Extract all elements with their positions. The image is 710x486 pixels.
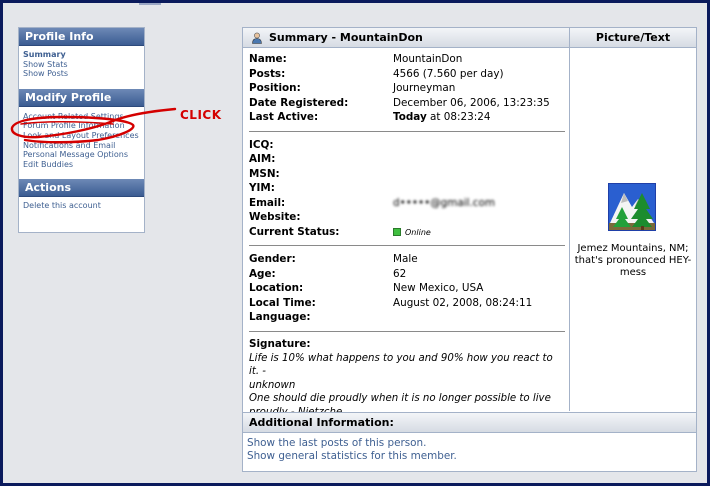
position-label: Position:: [249, 82, 301, 94]
last-active-value: Today at 08:23:24: [393, 110, 490, 125]
msn-row: MSN:: [249, 167, 569, 182]
yim-label: YIM:: [249, 182, 275, 194]
modify-profile-links: Account Related Settings Forum Profile I…: [19, 107, 144, 180]
actions-header: Actions: [19, 179, 144, 198]
signature-text: Life is 10% what happens to you and 90% …: [243, 350, 569, 420]
additional-links: Show the last posts of this person. Show…: [243, 433, 696, 466]
account-settings-link[interactable]: Account Related Settings: [23, 112, 140, 122]
summary-panel: Summary - MountainDon Name: MountainDon …: [243, 28, 570, 418]
email-row: Email: d•••••@gmail.com: [249, 196, 569, 211]
show-last-posts-link[interactable]: Show the last posts of this person.: [247, 437, 692, 450]
posts-value: 4566 (7.560 per day): [393, 67, 504, 80]
website-row: Website:: [249, 210, 569, 225]
location-row: Location: New Mexico, USA: [249, 281, 569, 296]
signature-line: Life is 10% what happens to you and 90% …: [249, 352, 553, 378]
icq-label: ICQ:: [249, 138, 274, 151]
date-registered-row: Date Registered: December 06, 2006, 13:2…: [249, 96, 569, 111]
actions-links: Delete this account: [19, 197, 144, 221]
position-row: Position: Journeyman: [249, 81, 569, 96]
signature-label: Signature:: [249, 337, 311, 350]
personal-message-options-link[interactable]: Personal Message Options: [23, 150, 140, 160]
notifications-email-link[interactable]: Notifications and Email: [23, 141, 140, 151]
online-status-text: Online: [405, 227, 431, 237]
current-status-label: Current Status:: [249, 225, 340, 238]
age-label: Age:: [249, 267, 276, 280]
profile-main-panel: Summary - MountainDon Name: MountainDon …: [242, 27, 697, 472]
name-row: Name: MountainDon: [249, 52, 569, 67]
screenshot-frame: Profile Info Summary Show Stats Show Pos…: [3, 3, 707, 483]
name-value: MountainDon: [393, 53, 463, 65]
profile-info-header: Profile Info: [19, 28, 144, 46]
email-label: Email:: [249, 196, 286, 209]
picture-caption: Jemez Mountains, NM; that's pronounced H…: [574, 243, 692, 278]
location-label: Location:: [249, 282, 304, 294]
date-registered-value: December 06, 2006, 13:23:35: [393, 96, 550, 109]
show-general-statistics-link[interactable]: Show general statistics for this member.: [247, 450, 692, 463]
last-active-today: Today: [393, 111, 427, 123]
position-value: Journeyman: [393, 82, 456, 94]
profile-info-links: Summary Show Stats Show Posts: [19, 46, 144, 89]
last-active-label: Last Active:: [249, 111, 319, 123]
aim-row: AIM:: [249, 152, 569, 167]
separator-1: [249, 130, 565, 132]
age-value: 62: [393, 267, 407, 280]
icq-row: ICQ:: [249, 138, 569, 153]
current-status-value: Online: [393, 225, 431, 240]
location-value: New Mexico, USA: [393, 282, 484, 294]
additional-information-panel: Additional Information: Show the last po…: [243, 412, 696, 472]
forum-profile-information-link[interactable]: Forum Profile Information: [23, 121, 140, 131]
last-active-time: at 08:23:24: [426, 111, 491, 123]
posts-label: Posts:: [249, 67, 286, 80]
profile-sidebar: Profile Info Summary Show Stats Show Pos…: [18, 27, 145, 233]
last-active-row: Last Active: Today at 08:23:24: [249, 110, 569, 125]
aim-label: AIM:: [249, 153, 276, 165]
picture-header: Picture/Text: [570, 28, 696, 48]
summary-title: Summary - MountainDon: [269, 30, 423, 44]
picture-panel: Picture/Text Jemez Mountains, NM; that's…: [570, 28, 696, 411]
mountain-trees-icon: [608, 183, 656, 231]
look-layout-preferences-link[interactable]: Look and Layout Preferences: [23, 131, 140, 141]
local-time-label: Local Time:: [249, 296, 316, 309]
date-registered-label: Date Registered:: [249, 96, 349, 109]
website-label: Website:: [249, 211, 301, 223]
name-label: Name:: [249, 53, 287, 65]
user-icon: [252, 32, 262, 44]
online-status-icon: [393, 227, 401, 236]
summary-header: Summary - MountainDon: [243, 28, 569, 48]
language-row: Language:: [249, 310, 569, 325]
signature-line: One should die proudly when it is no lon…: [249, 393, 551, 404]
signature-line: unknown: [249, 379, 296, 391]
modify-profile-header: Modify Profile: [19, 88, 144, 107]
email-value[interactable]: d•••••@gmail.com: [393, 196, 495, 211]
posts-row: Posts: 4566 (7.560 per day): [249, 67, 569, 82]
click-annotation-label: CLICK: [180, 108, 222, 122]
language-label: Language:: [249, 311, 311, 323]
show-stats-link[interactable]: Show Stats: [23, 60, 140, 70]
msn-label: MSN:: [249, 167, 280, 180]
separator-2: [249, 245, 565, 246]
age-row: Age: 62: [249, 267, 569, 282]
show-posts-link[interactable]: Show Posts: [23, 69, 140, 79]
additional-information-header: Additional Information:: [243, 413, 696, 433]
summary-rows: Name: MountainDon Posts: 4566 (7.560 per…: [243, 48, 569, 332]
separator-3: [249, 330, 565, 332]
summary-link[interactable]: Summary: [23, 50, 140, 60]
delete-account-link[interactable]: Delete this account: [23, 201, 140, 211]
local-time-row: Local Time: August 02, 2008, 08:24:11: [249, 296, 569, 311]
edit-buddies-link[interactable]: Edit Buddies: [23, 160, 140, 170]
gender-label: Gender:: [249, 253, 296, 265]
local-time-value: August 02, 2008, 08:24:11: [393, 296, 533, 309]
top-tab-fragment: [139, 3, 161, 5]
current-status-row: Current Status: Online: [249, 225, 569, 240]
gender-value: Male: [393, 253, 418, 265]
yim-row: YIM:: [249, 181, 569, 196]
gender-row: Gender: Male: [249, 252, 569, 267]
